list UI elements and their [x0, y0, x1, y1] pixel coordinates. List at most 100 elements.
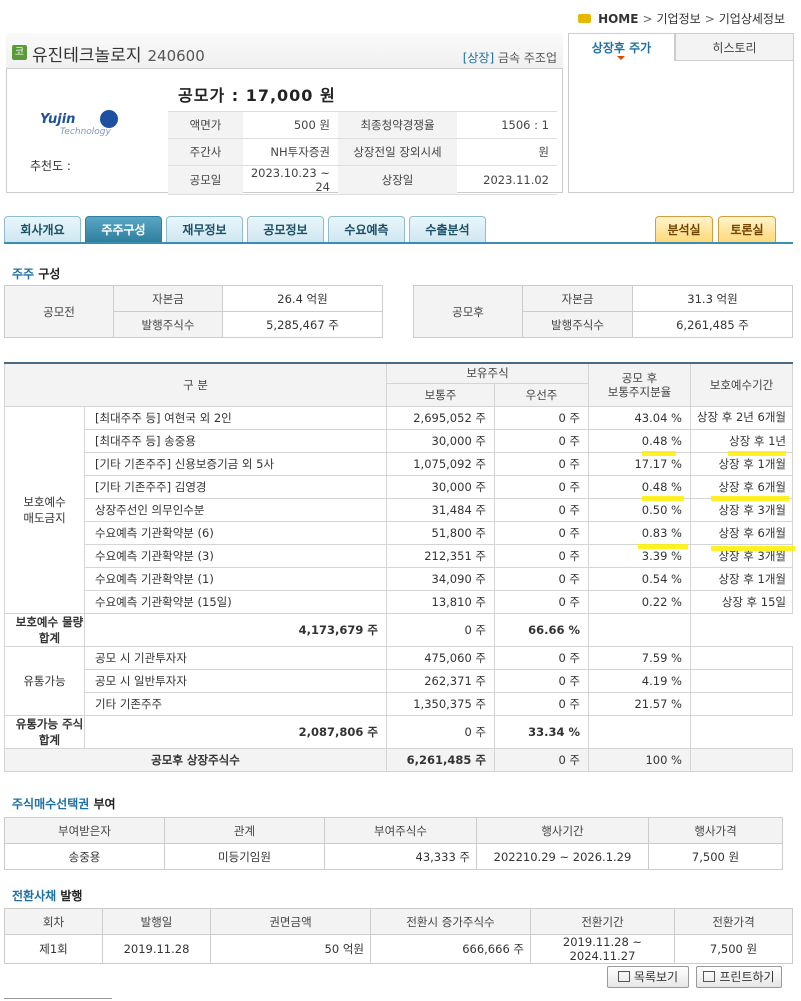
section-title-rest: 구성	[34, 267, 61, 281]
tab-demand-forecast[interactable]: 수요예측	[328, 216, 405, 243]
section-title-shareholders: 주주 구성	[12, 265, 60, 282]
section-title-convertible-bonds: 전환사채 발행	[12, 887, 82, 904]
post-ipo-table: 공모후 자본금 31.3 억원 발행주식수 6,261,485 주	[413, 285, 793, 338]
cell: 666,666 주	[370, 934, 531, 964]
preferred-shares: 0 주	[494, 566, 589, 591]
preferred-shares: 0 주	[494, 428, 589, 453]
col-header: 부여받은자	[4, 817, 165, 844]
subtotal-preferred: 0 주	[386, 612, 495, 647]
highlight-mark	[642, 451, 676, 456]
preferred-shares: 0 주	[494, 451, 589, 476]
tab-company-overview[interactable]: 회사개요	[4, 216, 81, 243]
list-button[interactable]: 목록보기	[607, 966, 689, 988]
section-title-stock-options: 주식매수선택권 부여	[12, 795, 116, 812]
subtotal-common: 2,087,806 주	[84, 714, 387, 749]
company-code: 240600	[147, 47, 205, 65]
header-common: 보통주	[386, 382, 495, 407]
common-shares: 30,000 주	[386, 428, 495, 453]
holder-name: 수요예측 기관확약분 (1)	[84, 566, 387, 591]
common-shares: 262,371 주	[386, 668, 495, 693]
ownership-ratio: 7.59 %	[588, 645, 691, 670]
ownership-ratio: 0.48 %	[588, 474, 691, 499]
col-header: 전환가격	[674, 908, 793, 935]
home-icon	[578, 14, 592, 23]
cell: 2019.11.28	[102, 934, 211, 964]
info-row: 주간사 NH투자증권 상장전일 장외시세 원	[168, 138, 557, 166]
highlight-mark	[711, 546, 795, 551]
highlight-mark	[711, 496, 789, 501]
ownership-ratio: 0.54 %	[588, 566, 691, 591]
group-label: 보호예수 매도금지	[4, 405, 85, 614]
tab-shareholders[interactable]: 주주구성	[85, 216, 162, 243]
capital-value: 31.3 억원	[632, 285, 793, 312]
tab-underline	[4, 242, 793, 244]
subtotal-ratio: 33.34 %	[494, 714, 589, 749]
table-row: 수요예측 기관확약분 (15일) 13,810 주0 주 0.22 % 상장 후 15…	[5, 589, 793, 614]
table-row: 공모 시 일반투자자 262,371 주0 주 4.19 %	[5, 668, 793, 693]
total-ratio: 100 %	[588, 747, 691, 772]
tab-offering-info[interactable]: 공모정보	[247, 216, 324, 243]
tab-export-analysis[interactable]: 수출분석	[409, 216, 486, 243]
info-value: NH투자증권	[243, 138, 338, 166]
subtotal-row-locked: 보호예수 물량합계 4,173,679 주 0 주 66.66 %	[4, 612, 793, 647]
print-button-label: 프린트하기	[719, 970, 775, 984]
table-row: 수요예측 기관확약분 (1) 34,090 주0 주 0.54 % 상장 후 1개월	[5, 566, 793, 591]
section-title-accent: 주식매수선택권	[12, 797, 90, 811]
cell: 7,500 원	[674, 934, 793, 964]
print-button[interactable]: 프린트하기	[696, 966, 782, 988]
info-label: 상장일	[338, 165, 457, 195]
header-preferred: 우선주	[494, 382, 589, 407]
logo-mark	[100, 110, 118, 128]
company-info-table: 액면가 500 원 최종청약경쟁율 1506 : 1 주간사 NH투자증권 상장…	[168, 111, 557, 195]
holder-name: 기타 기존주주	[84, 691, 387, 716]
cell: 제1회	[4, 934, 103, 964]
shares-value: 6,261,485 주	[632, 311, 793, 338]
header-holdings: 보유주식	[386, 362, 589, 384]
holder-name: 수요예측 기관확약분 (3)	[84, 543, 387, 568]
breadcrumb-home[interactable]: HOME	[598, 12, 638, 26]
common-shares: 475,060 주	[386, 645, 495, 670]
table-row: 보호예수 매도금지 [최대주주 등] 여현국 외 2인 2,695,052 주0 주…	[4, 405, 793, 614]
recommend-label: 추천도 :	[30, 159, 71, 173]
info-value: 2023.10.23 ~ 24	[243, 165, 338, 195]
lockup-period: 상장 후 6개월	[690, 474, 793, 499]
lockup-period	[690, 668, 793, 693]
convertible-bonds-table: 회차 발행일 권면금액 전환시 증가주식수 전환기간 전환가격 제1회 2019…	[4, 908, 793, 964]
capital-label: 자본금	[522, 285, 633, 312]
col-header: 회차	[4, 908, 103, 935]
col-header: 전환기간	[530, 908, 675, 935]
lockup-period: 상장 후 6개월	[690, 520, 793, 545]
subtotal-row-tradable: 유통가능 주식합계 2,087,806 주 0 주 33.34 %	[4, 714, 793, 749]
ownership-ratio: 0.50 %	[588, 497, 691, 522]
breadcrumb-sep: >	[642, 11, 653, 26]
header-lockup-period: 보호예수기간	[690, 362, 793, 407]
lockup-period: 상장 후 3개월	[690, 497, 793, 522]
cell: 43,333 주	[324, 843, 477, 870]
breadcrumb-item: 기업상세정보	[718, 12, 785, 26]
info-value: 1506 : 1	[457, 111, 557, 139]
info-label: 상장전일 장외시세	[338, 138, 457, 166]
footer-divider	[4, 998, 112, 999]
holder-name: [기타 기존주주] 신용보증기금 외 5사	[84, 451, 387, 476]
info-row: 공모일 2023.10.23 ~ 24 상장일 2023.11.02	[168, 165, 557, 195]
cell: 202210.29 ~ 2026.1.29	[476, 843, 649, 870]
section-title-accent: 주주	[12, 267, 35, 281]
holder-name: 공모 시 일반투자자	[84, 668, 387, 693]
shares-label: 발행주식수	[113, 311, 223, 338]
highlight-mark	[638, 544, 688, 549]
common-shares: 34,090 주	[386, 566, 495, 591]
list-icon	[617, 971, 630, 982]
preferred-shares: 0 주	[494, 645, 589, 670]
tab-financials[interactable]: 재무정보	[166, 216, 243, 243]
tab-analysis-room[interactable]: 분석실	[655, 216, 713, 243]
preferred-shares: 0 주	[494, 497, 589, 522]
header-category: 구 분	[4, 362, 387, 407]
subtotal-period	[588, 714, 691, 749]
breadcrumb-item[interactable]: 기업정보	[657, 10, 701, 27]
lockup-period: 상장 후 1개월	[690, 566, 793, 591]
lockup-period: 상장 후 15일	[690, 589, 793, 614]
tab-history[interactable]: 히스토리	[675, 33, 794, 61]
tab-discussion-room[interactable]: 토론실	[718, 216, 776, 243]
ownership-ratio: 43.04 %	[588, 405, 691, 430]
preferred-shares: 0 주	[494, 691, 589, 716]
